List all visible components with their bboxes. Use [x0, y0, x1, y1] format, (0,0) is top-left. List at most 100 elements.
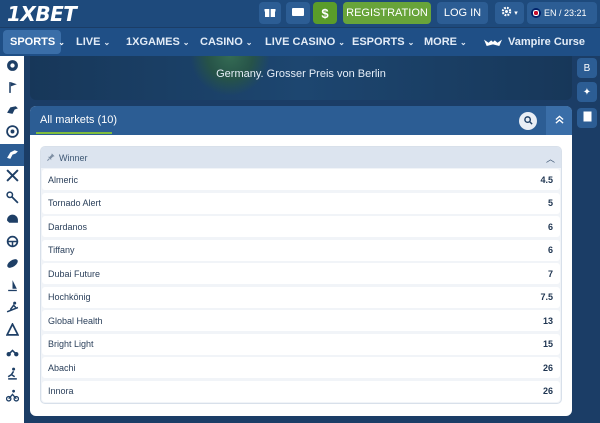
table-row[interactable]: Global Health 13	[42, 310, 560, 331]
login-button[interactable]: LOG IN	[437, 2, 488, 24]
document-icon	[583, 111, 592, 125]
language-time-button[interactable]: EN / 23:21	[527, 2, 597, 24]
table-row[interactable]: Dardanos 6	[42, 216, 560, 237]
rail-item-badminton[interactable]	[0, 188, 24, 210]
rail-item-rugby[interactable]	[0, 254, 24, 276]
registration-button[interactable]: REGISTRATION	[343, 2, 431, 24]
nav-live-casino-label: LIVE CASINO	[265, 36, 336, 48]
chevron-down-icon: ⌄	[245, 37, 253, 47]
active-tab-indicator	[36, 132, 112, 134]
rail-item-soccer[interactable]	[0, 122, 24, 144]
badminton-icon	[5, 191, 19, 207]
event-banner: Germany. Grosser Preis von Berlin	[30, 56, 572, 100]
rail-item-horse-racing[interactable]	[0, 100, 24, 122]
table-row[interactable]: Abachi 26	[42, 357, 560, 378]
table-row[interactable]: Dubai Future 7	[42, 263, 560, 284]
skater-icon	[6, 367, 19, 383]
runner-name: Bright Light	[48, 339, 94, 349]
chevron-down-icon: ⌄	[460, 37, 467, 47]
odds-value[interactable]: 13	[543, 316, 553, 326]
sparkle-button[interactable]: ✦	[577, 82, 597, 102]
nav-1xgames[interactable]: 1XGAMES ⌄	[126, 28, 190, 56]
rail-item-special[interactable]	[0, 320, 24, 342]
language-time-label: EN / 23:21	[544, 8, 587, 18]
table-row[interactable]: Almeric 4.5	[42, 169, 560, 190]
nav-live-casino[interactable]: LIVE CASINO ⌄	[265, 28, 345, 56]
rail-item-motorbike[interactable]	[0, 342, 24, 364]
rail-item-motorsport[interactable]	[0, 232, 24, 254]
markets-search-button[interactable]	[519, 112, 537, 130]
nav-sports[interactable]: SPORTS ⌄	[3, 30, 65, 54]
rail-item-hockey[interactable]	[0, 166, 24, 188]
gift-icon	[264, 6, 276, 21]
runner-name: Global Health	[48, 315, 103, 326]
market-group-header[interactable]: Winner ︿	[41, 147, 561, 168]
brand-logo[interactable]: 1XBET	[7, 2, 77, 26]
nav-live[interactable]: LIVE ⌄	[76, 28, 110, 56]
nav-1xgames-label: 1XGAMES	[126, 36, 180, 48]
nav-esports[interactable]: ESPORTS ⌄	[352, 28, 414, 56]
runner-name: Almeric	[48, 174, 79, 185]
collapse-all-button[interactable]	[546, 106, 572, 135]
rail-item-horse-racing-active[interactable]	[0, 144, 24, 166]
chevron-down-icon: ⌄	[182, 37, 190, 47]
odds-value[interactable]: 5	[548, 198, 553, 208]
settings-button[interactable]: ▾	[495, 2, 524, 24]
runner-name: Tiffany	[48, 245, 75, 255]
table-row[interactable]: Innora 26	[42, 380, 560, 402]
nav-more[interactable]: MORE ⌄	[424, 28, 467, 56]
crossed-sticks-icon	[5, 169, 19, 185]
runner-name: Innora	[48, 386, 74, 396]
gift-button[interactable]	[259, 2, 281, 24]
sparkle-icon: ✦	[582, 86, 592, 98]
odds-value[interactable]: 26	[543, 386, 553, 396]
chevron-up-icon[interactable]: ︿	[546, 152, 555, 165]
rugby-ball-icon	[6, 257, 19, 273]
odds-value[interactable]: 26	[543, 363, 553, 373]
rail-item-skating[interactable]	[0, 364, 24, 386]
nav-casino[interactable]: CASINO ⌄	[200, 28, 252, 56]
horse-racing-active-icon	[6, 147, 19, 163]
bat-icon	[484, 38, 502, 46]
deposit-button[interactable]: $	[313, 2, 337, 24]
gear-icon	[501, 6, 512, 20]
nav-esports-label: ESPORTS	[352, 36, 405, 48]
table-row[interactable]: Hochkönig 7.5	[42, 286, 560, 308]
video-button[interactable]	[286, 2, 310, 24]
pin-icon[interactable]	[47, 152, 55, 163]
video-icon	[292, 7, 304, 20]
main-nav: SPORTS ⌄ LIVE ⌄ 1XGAMES ⌄ CASINO ⌄ LIVE CASI…	[0, 28, 600, 56]
chevron-down-icon: ▾	[514, 10, 518, 17]
sailing-icon	[6, 279, 19, 295]
odds-value[interactable]: 7	[548, 269, 553, 279]
odds-value[interactable]: 7.5	[540, 292, 553, 302]
rail-item-golf[interactable]	[0, 78, 24, 100]
table-row[interactable]: Bright Light 15	[42, 333, 560, 355]
rail-item-skiing[interactable]	[0, 298, 24, 320]
table-row[interactable]: Tornado Alert 5	[42, 192, 560, 214]
nav-more-label: MORE	[424, 36, 457, 48]
rail-item-sailing[interactable]	[0, 276, 24, 298]
table-row[interactable]: Tiffany 6	[42, 239, 560, 261]
rail-item-cycling[interactable]	[0, 386, 24, 408]
runner-name: Tornado Alert	[48, 198, 102, 208]
odds-value[interactable]: 6	[548, 222, 553, 232]
chevron-down-icon: ⌄	[338, 37, 345, 47]
runner-name: Abachi	[48, 362, 76, 373]
odds-value[interactable]: 4.5	[540, 175, 553, 185]
uk-flag-icon	[531, 8, 541, 18]
skiing-icon	[6, 301, 19, 317]
tab-all-markets[interactable]: All markets (10)	[40, 114, 117, 126]
cyclist-icon	[5, 389, 19, 405]
rail-item-american-football[interactable]	[0, 210, 24, 232]
history-button[interactable]	[577, 108, 597, 128]
nav-promo-label: Vampire Curse	[508, 36, 586, 48]
odds-value[interactable]: 15	[543, 339, 553, 349]
soccer-ball-icon	[5, 125, 19, 141]
chevron-down-icon: ⌄	[103, 37, 111, 47]
bet-slip-button[interactable]: B	[577, 58, 597, 78]
golf-icon	[6, 81, 19, 97]
rail-item-football[interactable]	[0, 56, 24, 78]
odds-value[interactable]: 6	[548, 245, 553, 255]
nav-promo-vampire-curse[interactable]: Vampire Curse	[484, 28, 585, 56]
